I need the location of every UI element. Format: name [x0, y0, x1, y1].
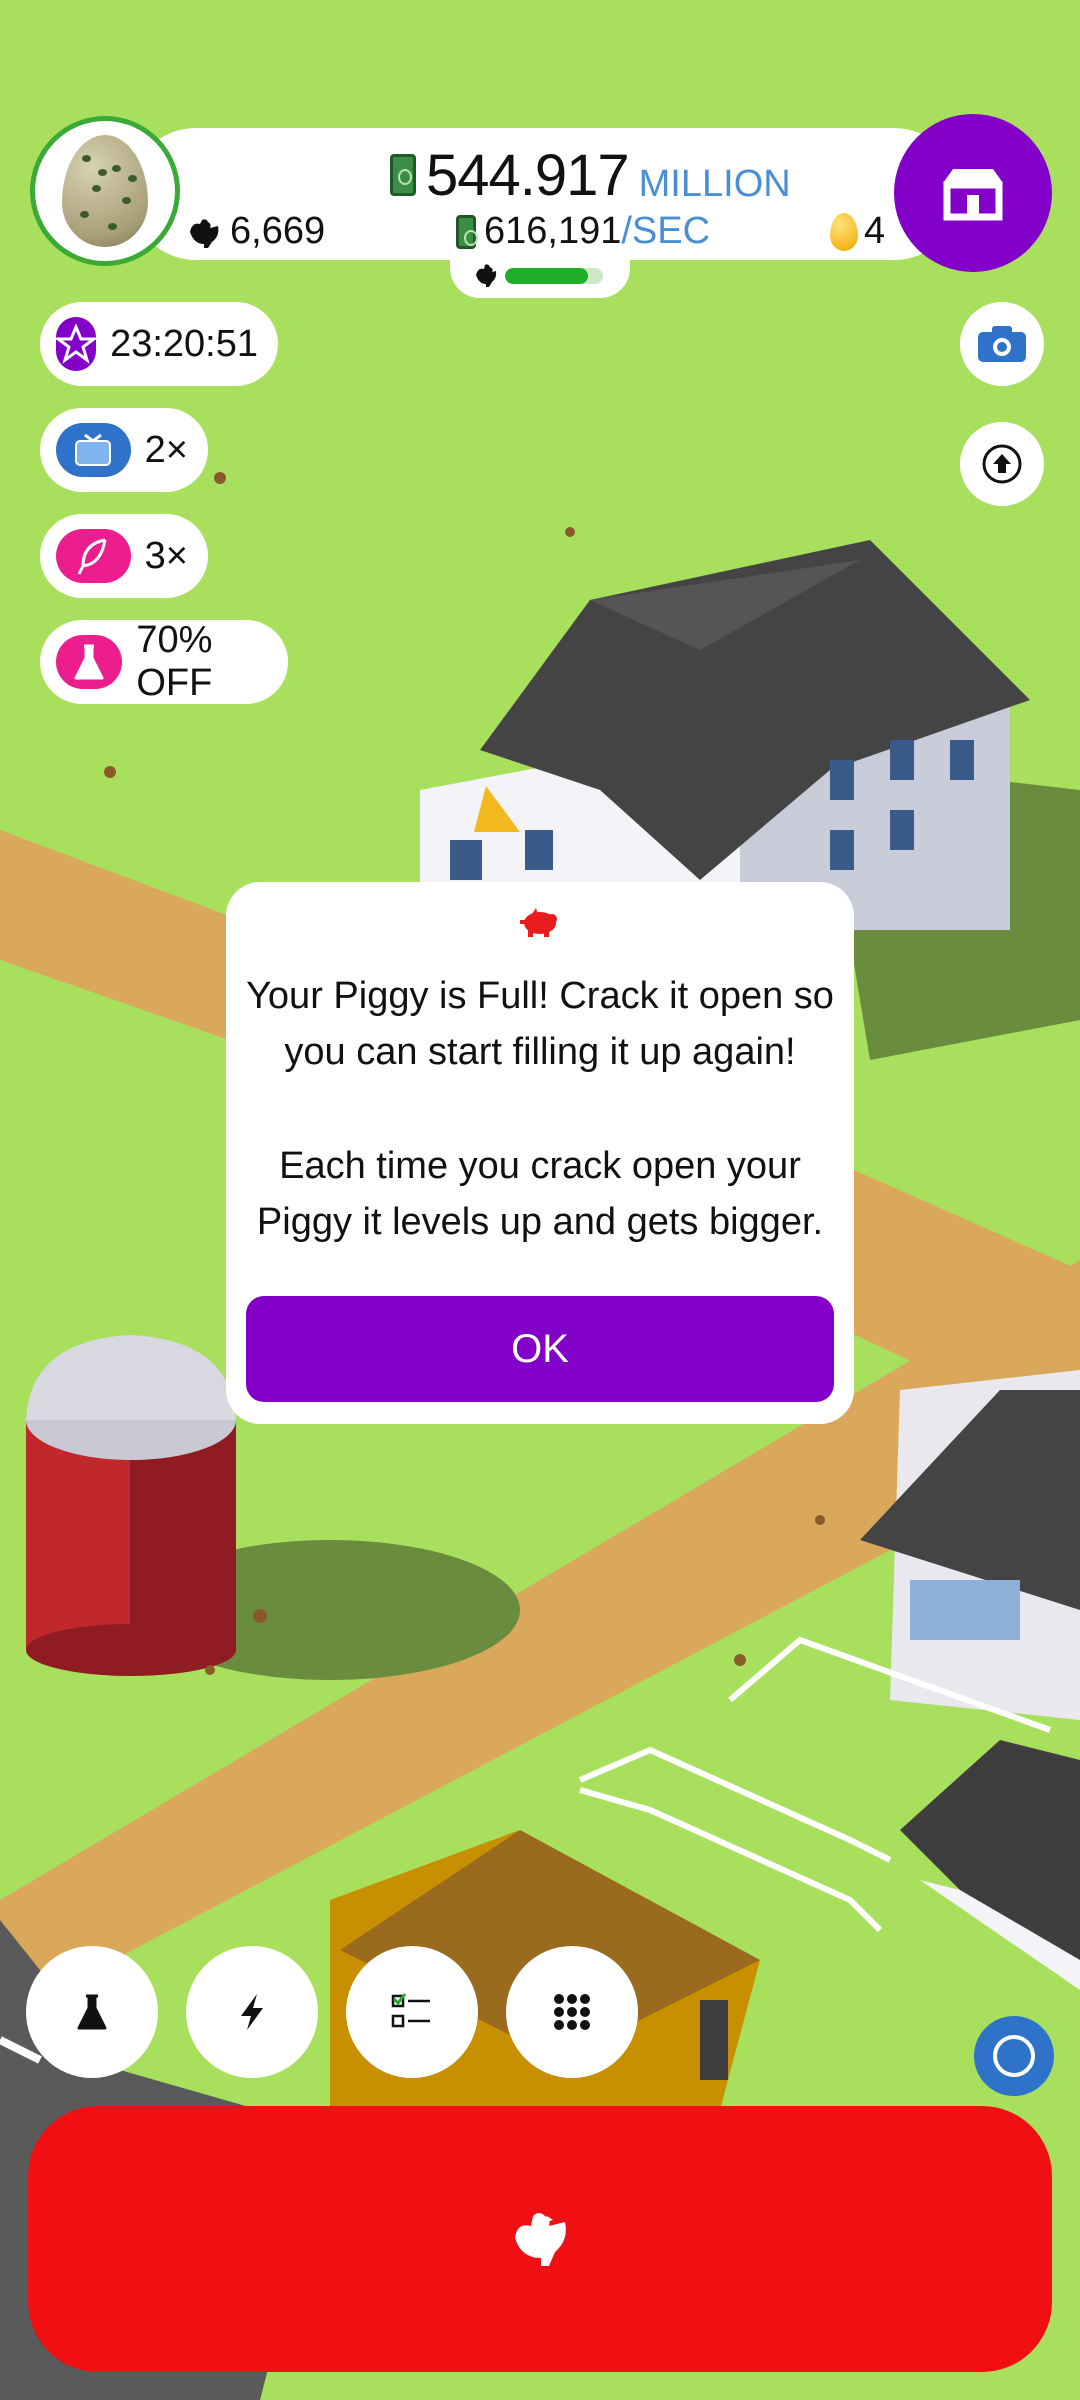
chicken-count: 6,669	[230, 210, 326, 252]
money-value: 544.917	[426, 143, 630, 208]
feather-boost-text: 3×	[144, 534, 188, 577]
arrow-up-circle-icon	[982, 444, 1022, 484]
tv-icon	[75, 433, 112, 466]
flask-icon	[77, 1994, 107, 2030]
hatch-chicken-button[interactable]	[28, 2106, 1052, 2372]
camera-button[interactable]	[960, 302, 1044, 386]
feather-boost-badge[interactable]: 3×	[40, 514, 208, 598]
money-display: 544.917 MILLION	[390, 140, 791, 206]
boost-icon-3	[56, 635, 123, 689]
chicken-icon	[190, 218, 219, 248]
boost-timer-badge[interactable]: 23:20:51	[40, 302, 278, 386]
feather-icon	[77, 538, 107, 575]
hen-house-progress-fill	[505, 268, 589, 284]
dialog-message-line: Piggy it levels up and gets bigger.	[256, 1201, 824, 1243]
income-rate-display: 616,191/SEC	[456, 210, 710, 253]
income-rate-value: 616,191	[484, 210, 622, 252]
dialog-message-line: you can start filling it up again!	[284, 1031, 796, 1073]
checklist-icon	[391, 1993, 430, 2028]
shop-icon	[943, 169, 1003, 221]
lightning-icon	[241, 1994, 263, 2030]
chicken-icon	[476, 264, 497, 287]
dialog-message-line: Your Piggy is Full! Crack it open so	[246, 975, 834, 1017]
research-discount-badge[interactable]: 70% OFF	[40, 619, 288, 704]
boosts-button[interactable]	[186, 1946, 318, 2078]
circle-icon	[993, 2035, 1035, 2077]
research-button[interactable]	[26, 1946, 158, 2078]
boost-timer-text: 23:20:51	[110, 322, 258, 365]
research-discount-text: 70% OFF	[136, 619, 213, 704]
cash-icon	[456, 214, 478, 249]
quail-egg-icon	[62, 135, 148, 247]
tv-boost-text: 2×	[144, 428, 188, 471]
flask-icon	[74, 644, 104, 680]
chicken-icon	[515, 2213, 566, 2266]
star-icon	[56, 324, 97, 364]
boost-icon-0	[56, 317, 97, 371]
upgrade-button[interactable]	[960, 422, 1044, 506]
menu-button[interactable]	[506, 1946, 638, 2078]
quick-action-button[interactable]	[974, 2016, 1054, 2096]
boost-icon-2	[56, 529, 131, 583]
ok-button[interactable]: OK	[246, 1296, 834, 1402]
tv-boost-badge[interactable]: 2×	[40, 408, 208, 492]
golden-egg-count: 4	[864, 210, 886, 252]
grid-dots-icon	[554, 1994, 590, 2030]
piggy-bank-icon	[520, 908, 557, 937]
income-rate-unit: /SEC	[621, 210, 711, 252]
hen-house-progress-bar	[505, 268, 603, 284]
money-unit: MILLION	[638, 163, 791, 205]
dialog-message-line: Each time you crack open your	[279, 1145, 801, 1187]
golden-egg-icon	[830, 212, 858, 251]
boost-icon-1	[56, 423, 131, 477]
golden-egg-display: 4	[830, 210, 885, 253]
shop-button[interactable]	[894, 114, 1052, 272]
missions-button[interactable]	[346, 1946, 478, 2078]
cash-icon	[390, 154, 416, 196]
camera-icon	[978, 326, 1026, 362]
chicken-count-display: 6,669	[186, 210, 325, 253]
egg-avatar-button[interactable]	[30, 116, 180, 266]
